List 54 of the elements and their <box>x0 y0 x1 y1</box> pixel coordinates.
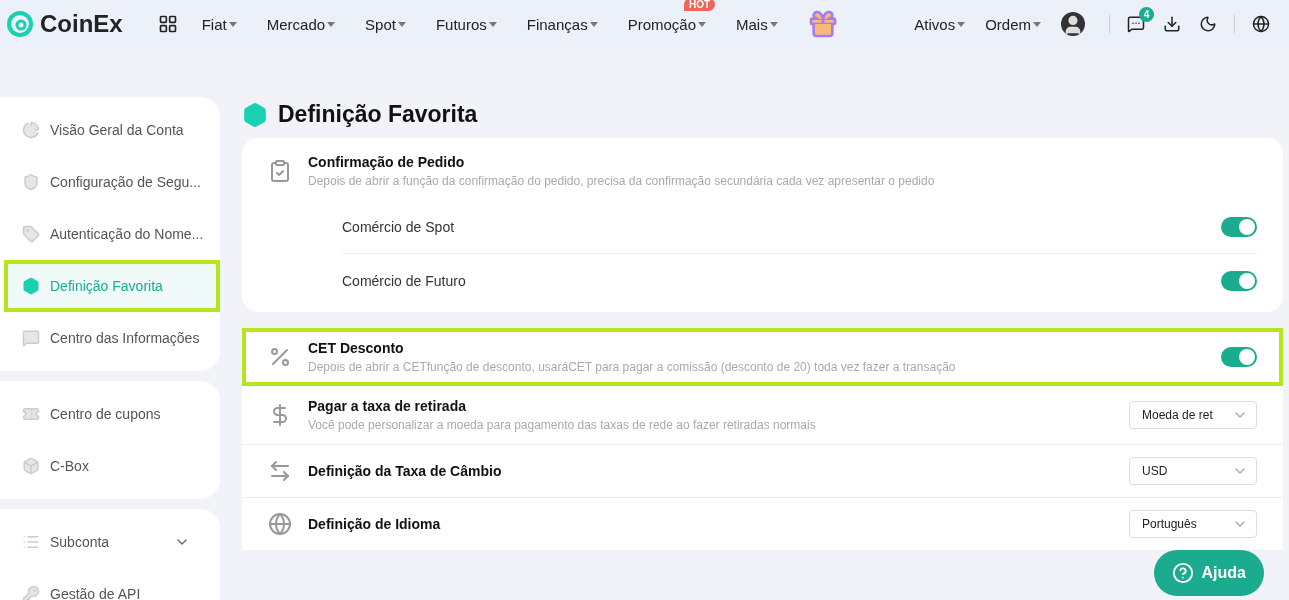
setting-description: Você pode personalizar a moeda para pagamento das taxas de rede ao fazer retiradas normais <box>308 418 817 432</box>
sidebar-item[interactable]: Subconta <box>0 516 220 568</box>
nav-menu-item[interactable]: Mais <box>721 15 793 33</box>
sidebar-item[interactable]: Autenticação do Nome... <box>0 208 220 260</box>
percent-icon <box>268 345 292 369</box>
box-icon <box>22 457 40 475</box>
sidebar-item[interactable]: Centro das Informações <box>0 312 220 364</box>
sidebar-item[interactable]: Gestão de API <box>0 568 220 600</box>
page-title: Definição Favorita <box>278 101 478 128</box>
setting-title: CET Desconto <box>308 340 405 356</box>
ticket-icon <box>22 405 40 423</box>
sidebar-item[interactable]: Visão Geral da Conta <box>0 104 220 156</box>
nav-menu-item[interactable]: Fiat <box>186 15 252 33</box>
sidebar-item[interactable]: Configuração de Segu... <box>0 156 220 208</box>
currency-select[interactable]: Moeda de ret <box>1129 401 1257 429</box>
currency-select[interactable]: Português <box>1129 510 1257 538</box>
setting-title: Pagar a taxa de retirada <box>308 398 467 414</box>
hexagon-icon <box>242 101 268 128</box>
globe-icon <box>268 512 292 536</box>
nav-menu-item[interactable]: Futuros <box>420 15 512 33</box>
hexagon-icon <box>22 277 40 295</box>
shield-icon <box>22 173 40 191</box>
nav-menu-item[interactable]: Finanças <box>511 15 613 33</box>
list-icon <box>22 533 40 551</box>
nav-menu-item[interactable]: Mercado <box>251 15 351 33</box>
clipboard-check-icon <box>268 159 292 183</box>
setting-title: Definição da Taxa de Câmbio <box>308 463 503 479</box>
logo-icon <box>6 10 34 38</box>
tag-icon <box>22 225 40 243</box>
setting-title: Confirmação de Pedido <box>308 154 466 170</box>
setting-description: Depois de abrir a CETfunção de desconto, usaráCET para pagar a comissão (desconto de 20) toda vez fazer a transação <box>308 360 957 374</box>
sidebar-item[interactable]: Centro de cupons <box>0 388 220 440</box>
setting-description: Depois de abrir a função da confirmação do pedido, precisa da confirmação secundária cada vez apresentar o pedido <box>308 174 936 188</box>
avatar[interactable] <box>1061 12 1085 36</box>
message-icon <box>22 329 40 347</box>
sidebar-item[interactable]: C-Box <box>0 440 220 492</box>
key-icon <box>22 585 40 600</box>
currency-select[interactable]: USD <box>1129 457 1257 485</box>
toggle-switch[interactable] <box>1221 347 1257 367</box>
logo-text[interactable]: CoinEx <box>40 10 123 38</box>
help-icon <box>1171 562 1194 584</box>
pie-chart-icon <box>22 121 40 139</box>
notification-badge: 4 <box>1139 7 1154 22</box>
setting-label: Comércio de Spot <box>342 218 455 235</box>
setting-label: Comércio de Futuro <box>342 273 466 289</box>
setting-title: Definição de Idioma <box>308 516 442 532</box>
nav-menu-item[interactable]: Spot <box>350 15 421 33</box>
toggle-switch[interactable] <box>1221 271 1257 291</box>
exchange-arrows-icon <box>268 459 292 483</box>
toggle-switch[interactable] <box>1221 216 1257 237</box>
nav-menu-item[interactable]: Ordem <box>975 15 1051 33</box>
hot-badge: HOT <box>683 0 716 11</box>
nav-menu-item[interactable]: Ativos <box>904 15 976 33</box>
nav-menu-item[interactable]: Promoção <box>612 15 722 33</box>
